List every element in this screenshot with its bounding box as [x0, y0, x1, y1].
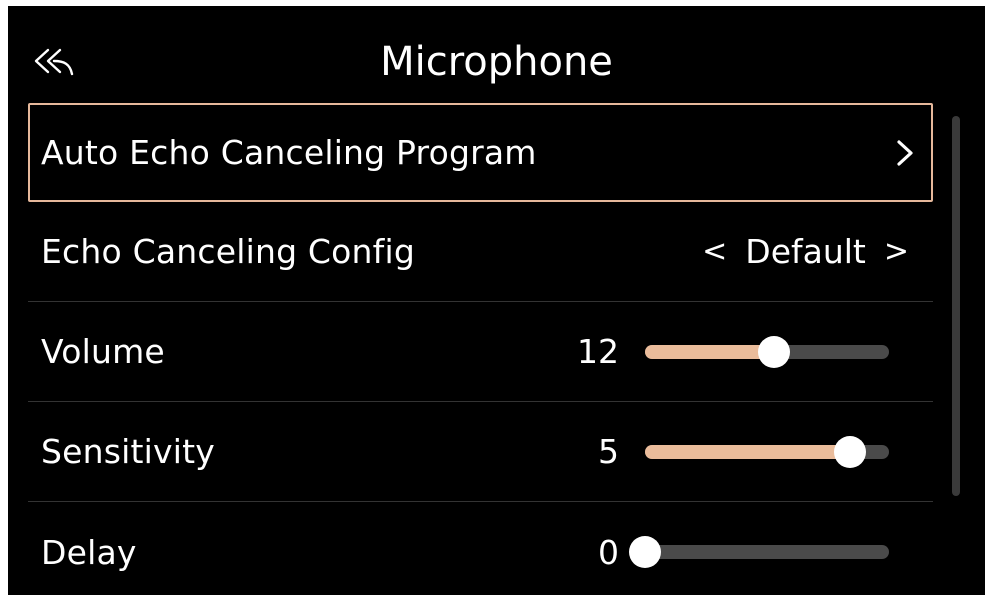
previous-option-button[interactable]: <: [696, 234, 733, 269]
chevron-right-icon: [897, 139, 913, 166]
volume-slider-thumb[interactable]: [758, 335, 791, 368]
page-title: Microphone: [380, 39, 613, 85]
delay-slider[interactable]: [629, 536, 889, 568]
sensitivity-value: 5: [598, 432, 619, 471]
volume-label: Volume: [41, 332, 165, 371]
scrollbar[interactable]: [952, 116, 960, 496]
echo-canceling-config-label: Echo Canceling Config: [41, 232, 415, 271]
sensitivity-label: Sensitivity: [41, 432, 215, 471]
settings-list: Auto Echo Canceling Program Echo Canceli…: [28, 103, 933, 595]
volume-slider-fill: [645, 344, 775, 359]
sensitivity-slider[interactable]: [645, 435, 889, 468]
volume-slider[interactable]: [645, 335, 889, 368]
echo-canceling-config-item: Echo Canceling Config < Default >: [28, 202, 933, 302]
volume-value: 12: [577, 332, 619, 371]
auto-echo-canceling-program-label: Auto Echo Canceling Program: [41, 133, 537, 172]
delay-label: Delay: [41, 532, 137, 572]
echo-canceling-config-selector: < Default >: [696, 202, 915, 301]
volume-item: Volume 12: [28, 302, 933, 402]
microphone-settings-screen: Microphone Auto Echo Canceling Program E…: [8, 6, 985, 595]
delay-value: 0: [598, 532, 619, 572]
echo-canceling-config-value: Default: [745, 232, 866, 271]
sensitivity-slider-fill: [645, 444, 850, 459]
sensitivity-item: Sensitivity 5: [28, 402, 933, 502]
delay-slider-thumb[interactable]: [629, 536, 661, 568]
sensitivity-slider-thumb[interactable]: [833, 435, 866, 468]
delay-item: Delay 0: [28, 502, 933, 595]
auto-echo-canceling-program-item[interactable]: Auto Echo Canceling Program: [28, 103, 933, 202]
next-option-button[interactable]: >: [878, 234, 915, 269]
